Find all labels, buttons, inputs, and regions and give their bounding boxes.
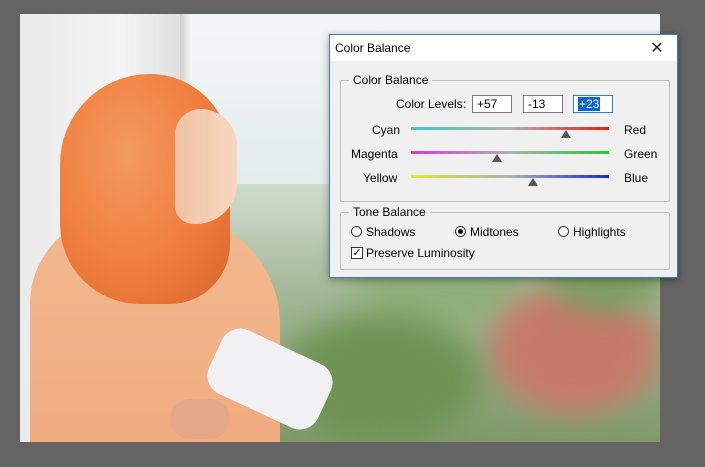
magenta-green-slider[interactable]: [411, 151, 609, 162]
highlights-radio[interactable]: [558, 226, 569, 237]
yellow-blue-slider[interactable]: [411, 175, 609, 186]
color-balance-dialog: Color Balance ✕ Color Balance Color Leve…: [329, 34, 678, 278]
midtones-label[interactable]: Midtones: [470, 225, 519, 239]
slider-label-blue: Blue: [624, 171, 649, 185]
slider-label-red: Red: [624, 123, 647, 137]
preserve-luminosity-label[interactable]: Preserve Luminosity: [366, 246, 475, 260]
shadows-radio[interactable]: [351, 226, 362, 237]
color-level-magenta-green-input[interactable]: -13: [523, 95, 563, 113]
cyan-red-slider[interactable]: [411, 127, 609, 138]
midtones-radio[interactable]: [455, 226, 466, 237]
yellow-blue-slider-thumb[interactable]: [527, 178, 538, 186]
shadows-label[interactable]: Shadows: [366, 225, 415, 239]
close-icon[interactable]: ✕: [637, 35, 677, 61]
highlights-label[interactable]: Highlights: [573, 225, 626, 239]
dialog-title: Color Balance: [335, 41, 411, 55]
photo-face: [175, 109, 237, 224]
color-level-yellow-blue-input[interactable]: +23: [573, 95, 613, 113]
dialog-titlebar[interactable]: Color Balance ✕: [330, 35, 677, 61]
color-level-cyan-red-input[interactable]: +57: [472, 95, 512, 113]
photo-hand: [170, 399, 230, 439]
color-balance-group: Color Balance Color Levels: +57 -13 +23 …: [340, 73, 670, 202]
slider-label-yellow: Yellow: [363, 171, 398, 185]
tone-balance-group-label: Tone Balance: [349, 205, 430, 219]
magenta-green-slider-thumb[interactable]: [492, 154, 503, 162]
preserve-luminosity-checkbox[interactable]: ✓: [351, 247, 363, 259]
slider-label-cyan: Cyan: [372, 123, 401, 137]
cyan-red-slider-thumb[interactable]: [561, 130, 572, 138]
color-levels-label: Color Levels:: [396, 97, 467, 111]
slider-label-magenta: Magenta: [351, 147, 398, 161]
tone-balance-group: Tone Balance Shadows Midtones Highlights…: [340, 205, 670, 270]
color-balance-group-label: Color Balance: [349, 73, 433, 87]
slider-label-green: Green: [624, 147, 658, 161]
